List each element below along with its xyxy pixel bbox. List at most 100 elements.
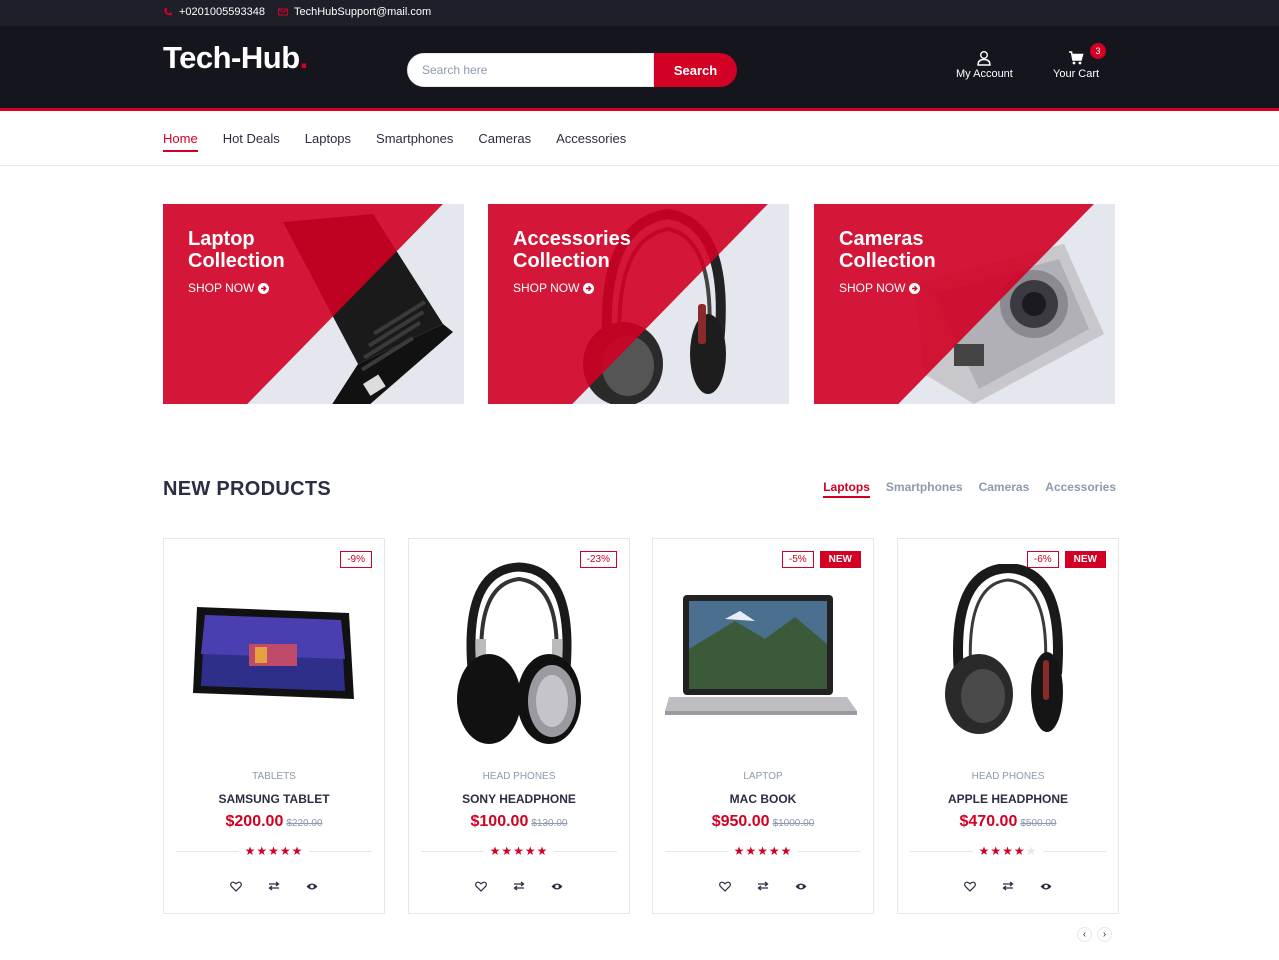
product-actions	[409, 879, 629, 893]
product-image[interactable]	[174, 559, 374, 749]
product-rating: ★★★★★	[653, 844, 873, 858]
laptop-collection-banner[interactable]: Laptop Collection SHOP NOW	[163, 204, 464, 404]
shop-now-link[interactable]: SHOP NOW	[188, 281, 285, 295]
logo-text: Tech-Hub	[163, 40, 300, 75]
banner-text: Laptop Collection SHOP NOW	[188, 228, 285, 295]
eye-icon[interactable]	[793, 879, 809, 893]
nav-item-hot-deals[interactable]: Hot Deals	[223, 131, 280, 150]
current-price: $470.00	[959, 813, 1018, 830]
heart-icon[interactable]	[473, 879, 489, 893]
search-input[interactable]	[407, 53, 654, 87]
product-card[interactable]: -6% NEW HEAD PHONES APPLE HEADPHONE $470…	[897, 538, 1119, 914]
banner-text: Accessories Collection SHOP NOW	[513, 228, 631, 295]
banner-text: Cameras Collection SHOP NOW	[839, 228, 936, 295]
star-icon: ★	[291, 844, 304, 858]
star-icon: ★	[780, 844, 793, 858]
product-card[interactable]: -9% TABLETS SAMSUNG TABLET $200.00 $220.0…	[163, 538, 385, 914]
heart-icon[interactable]	[717, 879, 733, 893]
star-icon: ★	[501, 844, 514, 858]
product-price: $100.00 $130.00	[409, 813, 629, 831]
nav-item-accessories[interactable]: Accessories	[556, 131, 626, 150]
product-name[interactable]: SONY HEADPHONE	[409, 792, 629, 806]
product-name[interactable]: APPLE HEADPHONE	[898, 792, 1118, 806]
product-image[interactable]	[908, 559, 1108, 749]
banner-title: Cameras Collection	[839, 228, 936, 272]
old-price: $1000.00	[772, 818, 815, 829]
product-image[interactable]	[419, 559, 619, 749]
logo[interactable]: Tech-Hub.	[163, 40, 308, 76]
phone-contact[interactable]: +0201005593348	[163, 6, 265, 18]
old-price: $220.00	[286, 818, 323, 829]
product-rating: ★★★★★	[898, 844, 1118, 858]
banner-title: Laptop Collection	[188, 228, 285, 272]
product-name[interactable]: MAC BOOK	[653, 792, 873, 806]
product-category: HEAD PHONES	[971, 771, 1045, 782]
product-actions	[898, 879, 1118, 893]
star-icon: ★	[757, 844, 769, 858]
star-icon: ★	[1002, 844, 1014, 858]
product-price: $950.00 $1000.00	[653, 813, 873, 831]
nav-item-laptops[interactable]: Laptops	[305, 131, 351, 150]
tab-accessories[interactable]: Accessories	[1045, 480, 1116, 497]
tablet-image	[193, 607, 354, 699]
arrow-circle-right-icon	[258, 282, 270, 294]
exchange-icon[interactable]	[1000, 879, 1016, 893]
accessories-collection-banner[interactable]: Accessories Collection SHOP NOW	[488, 204, 789, 404]
rating-stars: ★★★★★	[727, 844, 799, 858]
heart-icon[interactable]	[228, 879, 244, 893]
exchange-icon[interactable]	[511, 879, 527, 893]
tab-laptops[interactable]: Laptops	[823, 480, 870, 498]
cart-link[interactable]: Your Cart 3	[1053, 43, 1106, 80]
eye-icon[interactable]	[549, 879, 565, 893]
nav-item-smartphones[interactable]: Smartphones	[376, 131, 453, 150]
eye-icon[interactable]	[1038, 879, 1054, 893]
shop-now-label: SHOP NOW	[188, 281, 255, 295]
search-button[interactable]: Search	[654, 53, 737, 87]
arrow-circle-right-icon	[909, 282, 921, 294]
my-account-link[interactable]: My Account	[956, 50, 1013, 80]
tab-cameras[interactable]: Cameras	[979, 480, 1030, 497]
section-title: NEW PRODUCTS	[163, 478, 332, 500]
shop-now-link[interactable]: SHOP NOW	[513, 281, 631, 295]
email-contact[interactable]: TechHubSupport@mail.com	[278, 6, 431, 18]
product-price: $200.00 $220.00	[164, 813, 384, 831]
product-category: TABLETS	[252, 771, 296, 782]
phone-number: +0201005593348	[179, 6, 265, 18]
rating-stars: ★★★★★	[972, 844, 1044, 858]
star-icon: ★	[978, 844, 991, 858]
cart-count-badge: 3	[1090, 43, 1106, 59]
section-tabs: Laptops Smartphones Cameras Accessories	[823, 480, 1116, 498]
arrow-circle-right-icon	[583, 282, 595, 294]
my-account-label: My Account	[956, 68, 1013, 80]
exchange-icon[interactable]	[266, 879, 282, 893]
banner-title-line2: Collection	[188, 250, 285, 272]
star-icon: ★	[256, 844, 269, 858]
star-icon: ★	[1025, 844, 1038, 858]
tab-smartphones[interactable]: Smartphones	[886, 480, 963, 497]
heart-icon[interactable]	[962, 879, 978, 893]
product-actions	[164, 879, 384, 893]
cart-icon	[1069, 51, 1084, 65]
main-header: Tech-Hub. Search My Account Your Cart 3	[0, 26, 1279, 111]
product-rating: ★★★★★	[409, 844, 629, 858]
shop-now-link[interactable]: SHOP NOW	[839, 281, 936, 295]
product-price: $470.00 $500.00	[898, 813, 1118, 831]
product-image[interactable]	[663, 559, 863, 749]
nav-item-cameras[interactable]: Cameras	[478, 131, 531, 150]
shop-now-label: SHOP NOW	[839, 281, 906, 295]
phone-icon	[164, 8, 172, 16]
chevron-left-icon[interactable]: ‹	[1077, 927, 1092, 942]
banner-title-line2: Collection	[513, 250, 610, 272]
nav-item-home[interactable]: Home	[163, 131, 198, 152]
eye-icon[interactable]	[304, 879, 320, 893]
chevron-right-icon[interactable]: ›	[1097, 927, 1112, 942]
product-card[interactable]: -5% NEW LAPTOP MAC BOOK $950.00 $1000.00 …	[652, 538, 874, 914]
product-name[interactable]: SAMSUNG TABLET	[164, 792, 384, 806]
headphone-image	[457, 562, 581, 744]
product-card[interactable]: -23% HEAD PHONES SONY HEADPHONE $100.00 $…	[408, 538, 630, 914]
star-icon: ★	[524, 844, 537, 858]
star-icon: ★	[733, 844, 746, 858]
cameras-collection-banner[interactable]: Cameras Collection SHOP NOW	[814, 204, 1115, 404]
banner-title-line2: Collection	[839, 250, 936, 272]
exchange-icon[interactable]	[755, 879, 771, 893]
